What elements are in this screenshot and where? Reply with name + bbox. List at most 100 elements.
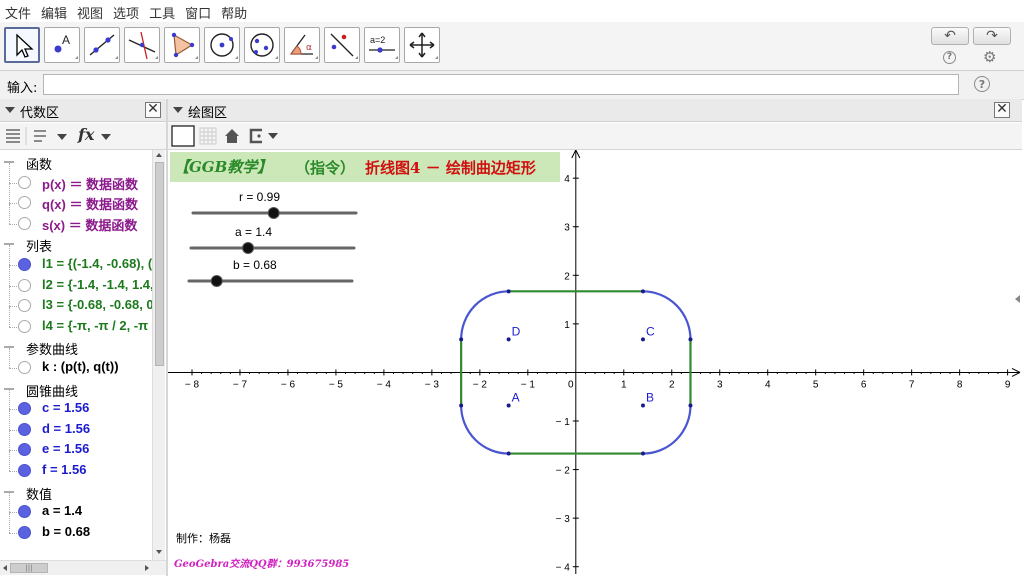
algebra-item[interactable]: l2 = {-1.4, -1.4, 1.4, [0, 265, 152, 296]
algebra-item-text[interactable]: d = 1.56 [42, 421, 90, 436]
menu-item-2[interactable]: 视图 [72, 0, 108, 22]
undo-icon: ↶ [944, 28, 956, 44]
algebra-item-text[interactable]: l4 = {-π, -π / 2, -π / [42, 318, 152, 333]
category-header[interactable]: 数值 [0, 482, 152, 503]
visibility-toggle-icon[interactable] [18, 299, 31, 313]
perpendicular-tool-button[interactable] [124, 27, 160, 63]
move-graphics-tool-button[interactable] [404, 27, 440, 63]
axes-toggle-icon[interactable] [171, 125, 195, 147]
algebra-item[interactable]: q(x) ＝ 数据函数 [0, 183, 152, 213]
y-tick-label: − 3 [556, 514, 571, 525]
point-label-B: B [646, 390, 654, 404]
slider-tool-button[interactable]: a=2 [364, 27, 400, 63]
graphics-close-button[interactable]: ✕ [994, 102, 1010, 118]
algebra-item[interactable]: l3 = {-0.68, -0.68, 0. [0, 286, 152, 316]
algebra-item-text[interactable]: p(x) ＝ 数据函数 [42, 174, 138, 193]
visibility-toggle-icon[interactable] [18, 361, 31, 374]
menu-item-1[interactable]: 编辑 [36, 0, 72, 22]
point-capture-icon[interactable] [249, 128, 278, 144]
y-tick-label: − 4 [556, 563, 571, 574]
visibility-toggle-icon[interactable] [18, 216, 31, 230]
conic-tool-button[interactable] [244, 27, 280, 63]
algebra-item-text[interactable]: l3 = {-0.68, -0.68, 0. [42, 297, 152, 312]
point-tool-button[interactable]: A [44, 27, 80, 63]
slider-knob[interactable] [242, 242, 255, 254]
algebra-item[interactable]: b = 0.68 [0, 512, 152, 543]
menu-item-0[interactable]: 文件 [0, 0, 36, 22]
visibility-toggle-icon[interactable] [18, 196, 31, 210]
settings-icon[interactable]: ⚙ [983, 48, 996, 66]
algebra-item-text[interactable]: c = 1.56 [42, 400, 89, 415]
input-field[interactable] [43, 74, 959, 95]
menu-item-6[interactable]: 帮助 [216, 0, 252, 22]
expand-side-arrow-icon[interactable] [1015, 295, 1020, 303]
collapse-triangle-icon[interactable] [173, 107, 183, 113]
algebra-item-text[interactable]: l2 = {-1.4, -1.4, 1.4, [42, 277, 152, 292]
algebra-item[interactable]: c = 1.56 [0, 389, 152, 419]
slider-knob[interactable] [267, 207, 280, 219]
visibility-toggle-icon[interactable] [18, 175, 31, 189]
category-header[interactable]: 函数 [0, 152, 152, 173]
tree-connector [9, 306, 17, 308]
scroll-thumb[interactable] [155, 162, 164, 366]
algebra-item-text[interactable]: q(x) ＝ 数据函数 [42, 194, 138, 213]
algebra-item[interactable]: s(x) ＝ 数据函数 [0, 203, 152, 234]
algebra-item[interactable]: d = 1.56 [0, 409, 152, 440]
collapse-triangle-icon[interactable] [5, 107, 15, 113]
algebra-item-text[interactable]: e = 1.56 [42, 441, 89, 456]
algebra-horizontal-scrollbar[interactable]: ||| [0, 560, 166, 575]
algebra-item-text[interactable]: s(x) ＝ 数据函数 [42, 215, 137, 234]
reflect-tool-button[interactable] [324, 27, 360, 63]
undo-button[interactable]: ↶ [931, 27, 969, 45]
help-icon[interactable]: ? [943, 51, 956, 64]
algebra-item[interactable]: f = 1.56 [0, 451, 152, 481]
algebra-item[interactable]: p(x) ＝ 数据函数 [0, 162, 152, 193]
algebra-vertical-scrollbar[interactable] [152, 150, 165, 560]
algebra-item-text[interactable]: l1 = {(-1.4, -0.68), ( [42, 256, 152, 271]
visibility-toggle-icon[interactable] [18, 505, 31, 519]
polygon-tool-button[interactable] [164, 27, 200, 63]
move-tool-button[interactable] [4, 27, 40, 63]
algebra-close-button[interactable]: ✕ [145, 102, 161, 118]
menu-item-4[interactable]: 工具 [144, 0, 180, 22]
line-tool-button[interactable] [84, 27, 120, 63]
input-help-icon[interactable]: ? [974, 76, 990, 92]
algebra-item[interactable]: k : (p(t), q(t)) [0, 348, 152, 378]
algebra-item-text[interactable]: k : (p(t), q(t)) [42, 359, 119, 374]
visibility-toggle-icon[interactable] [18, 402, 31, 416]
tree-connector [9, 389, 10, 410]
algebra-item[interactable]: l1 = {(-1.4, -0.68), ( [0, 245, 152, 275]
slider-knob[interactable] [210, 275, 223, 287]
visibility-toggle-icon[interactable] [18, 443, 31, 457]
sort-icon[interactable] [34, 130, 67, 142]
toggle-auxiliary-icon[interactable] [6, 129, 20, 143]
algebra-item-text[interactable]: a = 1.4 [42, 503, 82, 518]
menu-item-3[interactable]: 选项 [108, 0, 144, 22]
category-header[interactable]: 圆锥曲线 [0, 379, 152, 400]
algebra-item[interactable]: e = 1.56 [0, 430, 152, 460]
home-icon[interactable] [225, 129, 239, 143]
angle-tool-button[interactable]: α [284, 27, 320, 63]
category-header[interactable]: 列表 [0, 234, 152, 255]
algebra-item[interactable]: l4 = {-π, -π / 2, -π / [0, 306, 152, 337]
circle-tool-button[interactable] [204, 27, 240, 63]
redo-button[interactable]: ↷ [973, 27, 1011, 45]
visibility-toggle-icon[interactable] [18, 278, 31, 292]
algebra-item-text[interactable]: f = 1.56 [42, 462, 86, 477]
visibility-toggle-icon[interactable] [18, 258, 31, 271]
fx-label[interactable]: fx [78, 125, 94, 144]
visibility-toggle-icon[interactable] [18, 464, 31, 477]
hscroll-thumb[interactable]: ||| [10, 563, 48, 573]
graphics-view[interactable]: − 8 − 7 − 6 − 5 − 4 − 3 − 2 − 1 0 1 2 3 4 5 6 7 8 9 − 4 − 3… [168, 150, 1022, 574]
visibility-toggle-icon[interactable] [18, 422, 31, 436]
grid-toggle-icon[interactable] [199, 127, 217, 145]
algebra-item[interactable]: a = 1.4 [0, 492, 152, 522]
algebra-item-text[interactable]: b = 0.68 [42, 524, 90, 539]
category-header[interactable]: 参数曲线 [0, 337, 152, 358]
category-title: 函数 [26, 158, 53, 173]
visibility-toggle-icon[interactable] [18, 525, 31, 539]
tree-connector [9, 223, 17, 225]
menu-item-5[interactable]: 窗口 [180, 0, 216, 22]
visibility-toggle-icon[interactable] [18, 319, 31, 333]
description-mode-icon[interactable] [101, 134, 111, 140]
